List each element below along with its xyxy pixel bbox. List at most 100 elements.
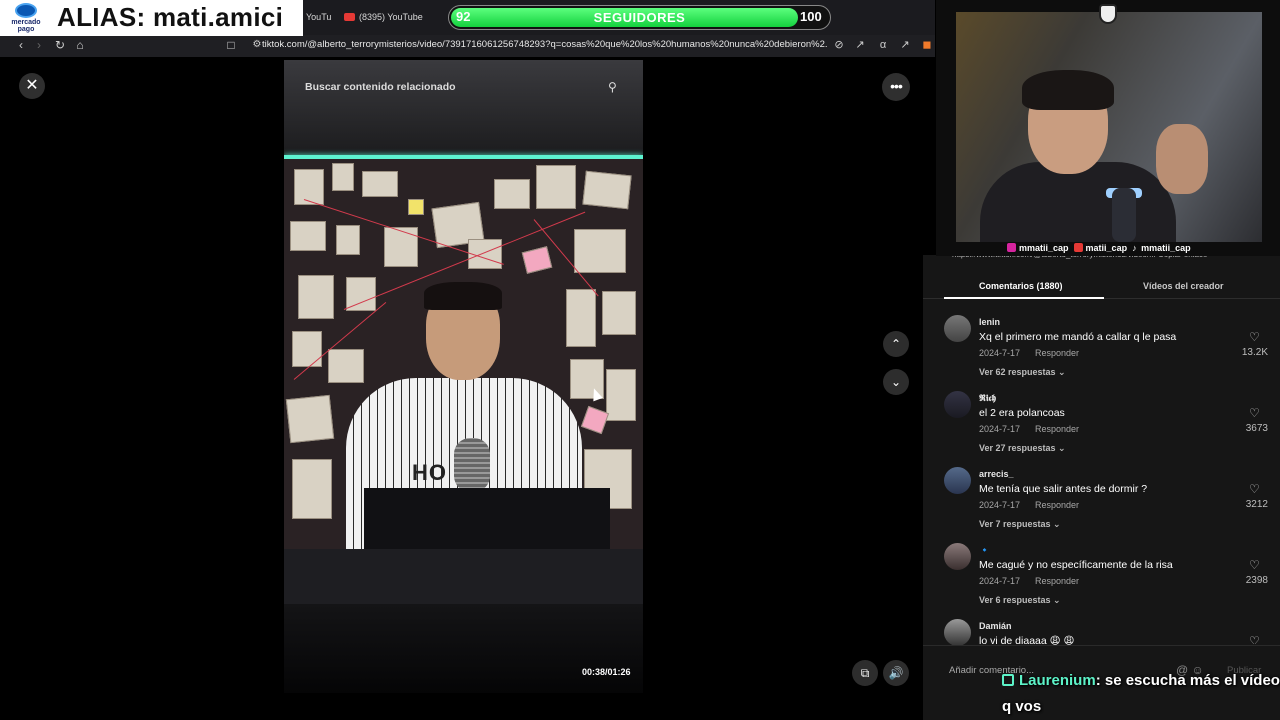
tiktok-handle: mmatii_cap	[1141, 243, 1191, 253]
wall-sticky-note	[580, 405, 610, 435]
instagram-handle: mmatii_cap	[1019, 243, 1069, 253]
comment-text: Me cagué y no específicamente de la risa	[979, 559, 1173, 571]
previous-video-button[interactable]: ⌃	[883, 331, 909, 357]
alias-overlay: mercado pago ALIAS: mati.amici	[0, 0, 303, 36]
comments-tabs	[923, 270, 1280, 299]
club-crest-icon	[1099, 4, 1117, 24]
like-count: 2398	[1245, 575, 1268, 586]
browser-tab-youtube-2[interactable]: (8395) YouTube	[344, 12, 423, 22]
streamer-socials: mmatii_cap matii_cap ♪ mmatii_cap	[1007, 243, 1191, 253]
heart-icon[interactable]: ♡	[1249, 406, 1260, 420]
more-options-button[interactable]: •••	[882, 73, 910, 101]
video-bottom-shade	[284, 604, 643, 693]
comment-username[interactable]: lenin	[979, 317, 1000, 327]
wall-sticky-note	[521, 246, 553, 274]
next-video-button[interactable]: ⌄	[883, 369, 909, 395]
avatar[interactable]	[944, 619, 971, 646]
wall-clipping	[566, 289, 596, 347]
back-icon[interactable]: ‹	[14, 38, 28, 52]
home-icon[interactable]: ⌂	[73, 38, 87, 52]
close-button[interactable]: ✕	[19, 73, 45, 99]
avatar[interactable]	[944, 543, 971, 570]
like-count: 13.2K	[1241, 347, 1268, 358]
video-desk	[284, 549, 643, 604]
view-replies-button[interactable]: Ver 62 respuestas ⌄	[979, 367, 1066, 378]
comment-username[interactable]: 𝕽𝖎𝖈𝖍	[979, 393, 996, 404]
streamer-hand	[1156, 124, 1208, 194]
comment-date: 2024-7-17	[979, 348, 1021, 358]
wall-clipping	[384, 227, 418, 267]
chat-message-overlay: Laurenium: se escucha más el vídeo q vos	[1002, 668, 1280, 720]
wall-clipping	[494, 179, 530, 209]
comment-text: Xq el primero me mandó a callar q le pas…	[979, 331, 1177, 343]
comment-username[interactable]: 🔹	[979, 545, 990, 556]
presenter-hair	[424, 282, 502, 310]
heart-icon[interactable]: ♡	[1249, 482, 1260, 496]
avatar[interactable]	[944, 391, 971, 418]
comment-username[interactable]: Damián	[979, 621, 1012, 631]
heart-icon[interactable]: ♡	[1249, 634, 1260, 644]
media-icon[interactable]: ⊘	[832, 38, 846, 52]
alias-text: ALIAS: mati.amici	[57, 2, 284, 32]
video-blurred-top	[284, 60, 643, 155]
open-external-icon[interactable]: ↗	[853, 38, 867, 52]
view-replies-button[interactable]: Ver 7 respuestas ⌄	[979, 519, 1061, 530]
reload-icon[interactable]: ↻	[53, 38, 67, 52]
tab-active-indicator	[944, 297, 1104, 299]
view-replies-button[interactable]: Ver 6 respuestas ⌄	[979, 595, 1061, 606]
comment-text: Me tenía que salir antes de dormir ?	[979, 483, 1148, 495]
streamer-microphone	[1112, 188, 1136, 242]
youtube-icon	[344, 13, 355, 21]
mercado-pago-logo-text: mercado pago	[11, 19, 41, 33]
wall-clipping	[536, 165, 576, 209]
tab-creator-videos[interactable]: Vídeos del creador	[1143, 281, 1224, 291]
wall-clipping	[362, 171, 398, 197]
tab-label: YouTu	[306, 12, 332, 22]
video-time: 00:38/01:26	[582, 667, 631, 677]
url-field[interactable]: tiktok.com/@alberto_terrorymisterios/vid…	[262, 39, 827, 50]
chat-badge-icon	[1002, 674, 1014, 686]
wall-clipping	[574, 229, 626, 273]
captions-button[interactable]: ⧉	[852, 660, 878, 686]
brave-shield-icon[interactable]: ◼	[920, 38, 934, 52]
comment-username[interactable]: arrecis_	[979, 469, 1014, 479]
avatar[interactable]	[944, 315, 971, 342]
search-icon[interactable]: ⚲	[608, 80, 617, 94]
browser-tab-youtube-1[interactable]: YouTu	[306, 12, 331, 22]
mercado-pago-handshake-icon	[15, 3, 37, 18]
tab-comments[interactable]: Comentarios (1880)	[979, 281, 1063, 291]
comment-date: 2024-7-17	[979, 576, 1021, 586]
translate-icon[interactable]: α	[876, 38, 890, 52]
reply-button[interactable]: Responder	[1035, 576, 1079, 586]
reply-button[interactable]: Responder	[1035, 348, 1079, 358]
avatar[interactable]	[944, 467, 971, 494]
mercado-pago-logo: mercado pago	[7, 3, 45, 33]
share-icon[interactable]: ↗	[898, 38, 912, 52]
reply-button[interactable]: Responder	[1035, 424, 1079, 434]
webcam-feed	[956, 12, 1262, 242]
comment-date: 2024-7-17	[979, 424, 1021, 434]
video-player[interactable]: HO ON	[284, 60, 643, 693]
view-replies-button[interactable]: Ver 27 respuestas ⌄	[979, 443, 1066, 454]
heart-icon[interactable]: ♡	[1249, 558, 1260, 572]
wall-clipping	[332, 163, 354, 191]
related-search-input[interactable]: Buscar contenido relacionado	[305, 81, 456, 93]
streamer-hair	[1022, 70, 1114, 110]
wall-clipping	[292, 459, 332, 519]
reply-button[interactable]: Responder	[1035, 500, 1079, 510]
tiktok-icon: ♪	[1132, 243, 1137, 253]
volume-icon: 🔊	[888, 666, 904, 680]
streamer-shirt	[980, 162, 1176, 242]
wall-clipping	[582, 170, 632, 210]
heart-icon[interactable]: ♡	[1249, 330, 1260, 344]
comment-text: el 2 era polancoas	[979, 407, 1065, 419]
forward-icon[interactable]: ›	[32, 38, 46, 52]
goal-label: SEGUIDORES	[593, 10, 686, 25]
bookmark-icon[interactable]: □	[224, 38, 238, 52]
youtube-handle: matii_cap	[1085, 243, 1128, 253]
wall-clipping	[294, 169, 324, 205]
volume-button[interactable]: 🔊	[883, 660, 909, 686]
like-count: 3212	[1245, 499, 1268, 510]
wall-clipping	[606, 369, 636, 421]
wall-sticky-note	[408, 199, 424, 215]
